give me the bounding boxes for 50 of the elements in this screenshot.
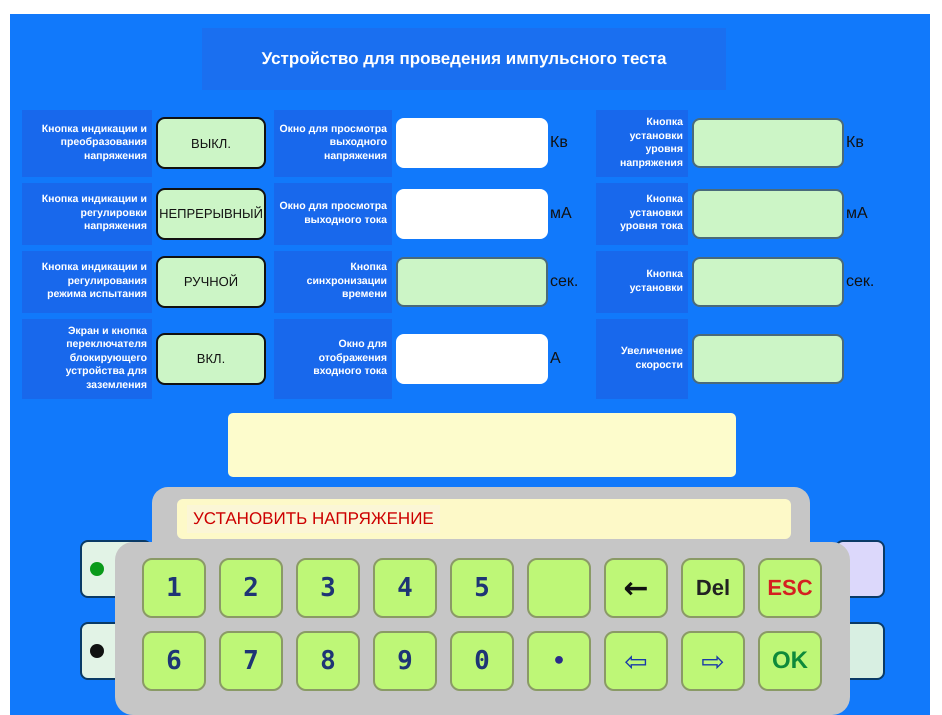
setting-button[interactable] [692, 118, 844, 168]
setting-button[interactable] [692, 334, 844, 384]
digit-key[interactable]: 5 [450, 558, 514, 618]
digit-key[interactable]: 1 [142, 558, 206, 618]
mode-button[interactable]: ВЫКЛ. [156, 117, 266, 170]
digit-key[interactable]: 7 [219, 631, 283, 691]
digit-key[interactable]: 0 [450, 631, 514, 691]
arrow-key[interactable]: ⇨ [681, 631, 745, 691]
setting-label: Увеличение скорости [596, 318, 688, 399]
delete-key[interactable]: Del [681, 558, 745, 618]
setting-label: Кнопка установки [596, 250, 688, 313]
arrow-key[interactable]: ⇦ [604, 631, 668, 691]
control-label: Кнопка индикации и регулирования режима испытания [22, 250, 152, 313]
unit-label: Кв [550, 134, 568, 152]
digit-key[interactable]: 4 [373, 558, 437, 618]
digit-key[interactable]: 3 [296, 558, 360, 618]
field-label: Окно для отображения входного тока [274, 318, 392, 399]
backspace-key[interactable]: ← [604, 558, 668, 618]
digit-key[interactable]: 8 [296, 631, 360, 691]
unit-label: сек. [550, 272, 578, 291]
control-label: Кнопка индикации и регулировки напряжения [22, 182, 152, 245]
setting-label: Кнопка установки уровня тока [596, 182, 688, 245]
mode-button[interactable]: РУЧНОЙ [156, 256, 266, 308]
mode-button[interactable]: НЕПРЕРЫВНЫЙ [156, 188, 266, 240]
dot-key[interactable]: • [527, 631, 591, 691]
control-label: Кнопка индикации и преобразования напряжения [22, 110, 152, 177]
mode-button[interactable]: ВКЛ. [156, 332, 266, 385]
unit-label: мА [550, 204, 572, 223]
unit-label: А [550, 350, 561, 368]
setting-label: Кнопка установки уровня напряжения [596, 110, 688, 177]
digit-key[interactable]: 2 [219, 558, 283, 618]
unit-label: мА [846, 204, 868, 223]
display-field[interactable] [396, 334, 548, 384]
unit-label: сек. [846, 272, 874, 291]
display-field[interactable] [396, 118, 548, 168]
ok-key[interactable]: OK [758, 631, 822, 691]
setting-button[interactable] [692, 188, 844, 239]
field-label: Кнопка синхронизации времени [274, 250, 392, 313]
digit-key[interactable]: 6 [142, 631, 206, 691]
setting-button[interactable] [692, 256, 844, 307]
unit-label: Кв [846, 134, 864, 152]
sync-button[interactable] [396, 256, 548, 307]
display-field[interactable] [396, 188, 548, 239]
digit-key[interactable]: 9 [373, 631, 437, 691]
control-label: Экран и кнопка переключателя блокирующего устройства для заземления [22, 318, 152, 399]
esc-key[interactable]: ESC [758, 558, 822, 618]
field-label: Окно для просмотра выходного напряжения [274, 110, 392, 177]
field-label: Окно для просмотра выходного тока [274, 182, 392, 245]
screen-title: Устройство для проведения импульсного теста [202, 28, 726, 90]
prompt-text: УСТАНОВИТЬ НАПРЯЖЕНИЕ [187, 505, 440, 533]
